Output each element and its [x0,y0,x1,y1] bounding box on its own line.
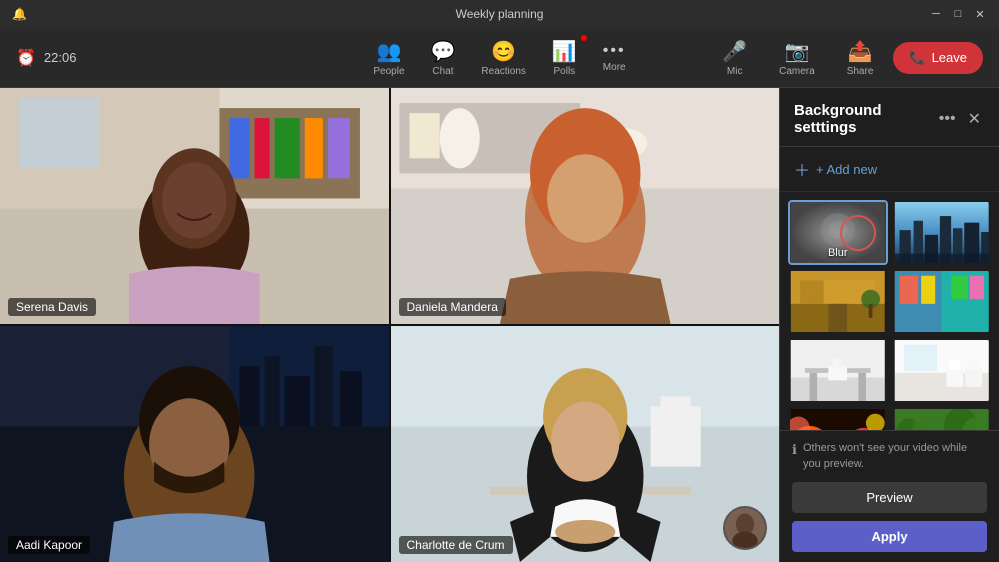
reactions-button[interactable]: 😊 Reactions [469,33,537,83]
chat-button[interactable]: 💬 Chat [419,33,468,83]
panel-title: Background setttings [794,102,935,136]
maximize-button[interactable]: □ [951,7,965,21]
reactions-icon: 😊 [491,39,516,64]
bg-office1-option[interactable] [788,269,888,334]
video-cell-daniela: Daniela Mandera [391,88,780,324]
more-icon: ••• [603,42,626,60]
share-icon: 📤 [848,39,873,64]
reactions-label: Reactions [481,66,525,77]
window-controls[interactable]: ─ □ ✕ [929,7,987,21]
info-text: Others won't see your video while you pr… [803,441,987,472]
panel-more-button[interactable]: ••• [935,106,960,132]
chat-icon: 💬 [431,39,456,64]
bg-settings-panel: Background setttings ••• ✕ ＋ + Add new [779,88,999,562]
title-bar: 🔔 Weekly planning ─ □ ✕ [0,0,999,28]
apply-button[interactable]: Apply [792,521,987,552]
more-label: More [603,62,626,73]
name-tag-serena: Serena Davis [8,298,96,316]
add-icon: ＋ [794,157,810,181]
people-icon: 👥 [376,39,401,64]
preview-button[interactable]: Preview [792,482,987,513]
name-tag-daniela: Daniela Mandera [399,298,506,316]
mic-label: Mic [727,66,743,77]
preview-label: Preview [866,490,912,505]
mic-button[interactable]: 🎤 Mic [710,33,759,83]
leave-button[interactable]: 📞 Leave [893,42,983,74]
toolbar-right: 🎤 Mic 📷 Camera 📤 Share 📞 Leave [710,33,983,83]
timer-icon: ⏰ [16,48,36,68]
bg-balls-option[interactable] [788,407,888,430]
video-cell-serena: Serena Davis [0,88,389,324]
self-avatar [723,506,767,550]
notification-icon: 🔔 [12,7,27,21]
info-text-container: ℹ Others won't see your video while you … [792,441,987,472]
share-label: Share [847,66,874,77]
toolbar-left: ⏰ 22:06 [16,48,76,68]
add-new-button[interactable]: ＋ + Add new [780,147,999,192]
bg-white2-option[interactable] [892,338,992,403]
camera-button[interactable]: 📷 Camera [767,33,827,83]
video-cell-aadi: Aadi Kapoor [0,326,389,562]
polls-icon: 📊 [552,39,577,64]
main-content: Serena Davis [0,88,999,562]
leave-label: Leave [932,50,967,65]
window-left-controls: 🔔 [12,7,27,21]
polls-notification [581,35,587,41]
polls-label: Polls [554,66,576,77]
video-grid: Serena Davis [0,88,779,562]
info-icon: ℹ [792,441,797,459]
people-label: People [373,66,404,77]
toolbar-center: 👥 People 💬 Chat 😊 Reactions 📊 Polls ••• … [361,33,637,83]
video-cell-charlotte: Charlotte de Crum [391,326,780,562]
name-tag-aadi: Aadi Kapoor [8,536,90,554]
polls-button[interactable]: 📊 Polls [540,33,589,83]
people-button[interactable]: 👥 People [361,33,416,83]
apply-label: Apply [871,529,907,544]
bg-nature-option[interactable] [892,407,992,430]
name-tag-charlotte: Charlotte de Crum [399,536,513,554]
panel-header: Background setttings ••• ✕ [780,88,999,147]
bg-office2-option[interactable] [892,269,992,334]
panel-close-button[interactable]: ✕ [964,105,985,133]
bg-blur-option[interactable]: Blur [788,200,888,265]
close-button[interactable]: ✕ [973,7,987,21]
leave-phone-icon: 📞 [909,50,925,66]
time-display: 22:06 [44,50,77,65]
bg-city-option[interactable] [892,200,992,265]
toolbar: ⏰ 22:06 👥 People 💬 Chat 😊 Reactions 📊 Po… [0,28,999,88]
bg-white1-option[interactable] [788,338,888,403]
camera-label: Camera [779,66,815,77]
more-button[interactable]: ••• More [591,36,638,79]
blur-label: Blur [828,247,848,259]
share-button[interactable]: 📤 Share [835,33,886,83]
bg-thumbnail-grid: Blur [780,192,999,430]
minimize-button[interactable]: ─ [929,7,943,21]
window-title: Weekly planning [456,7,544,21]
camera-icon: 📷 [784,39,809,64]
chat-label: Chat [432,66,453,77]
add-new-label: + Add new [816,162,877,177]
panel-footer: ℹ Others won't see your video while you … [780,430,999,562]
mic-icon: 🎤 [722,39,747,64]
